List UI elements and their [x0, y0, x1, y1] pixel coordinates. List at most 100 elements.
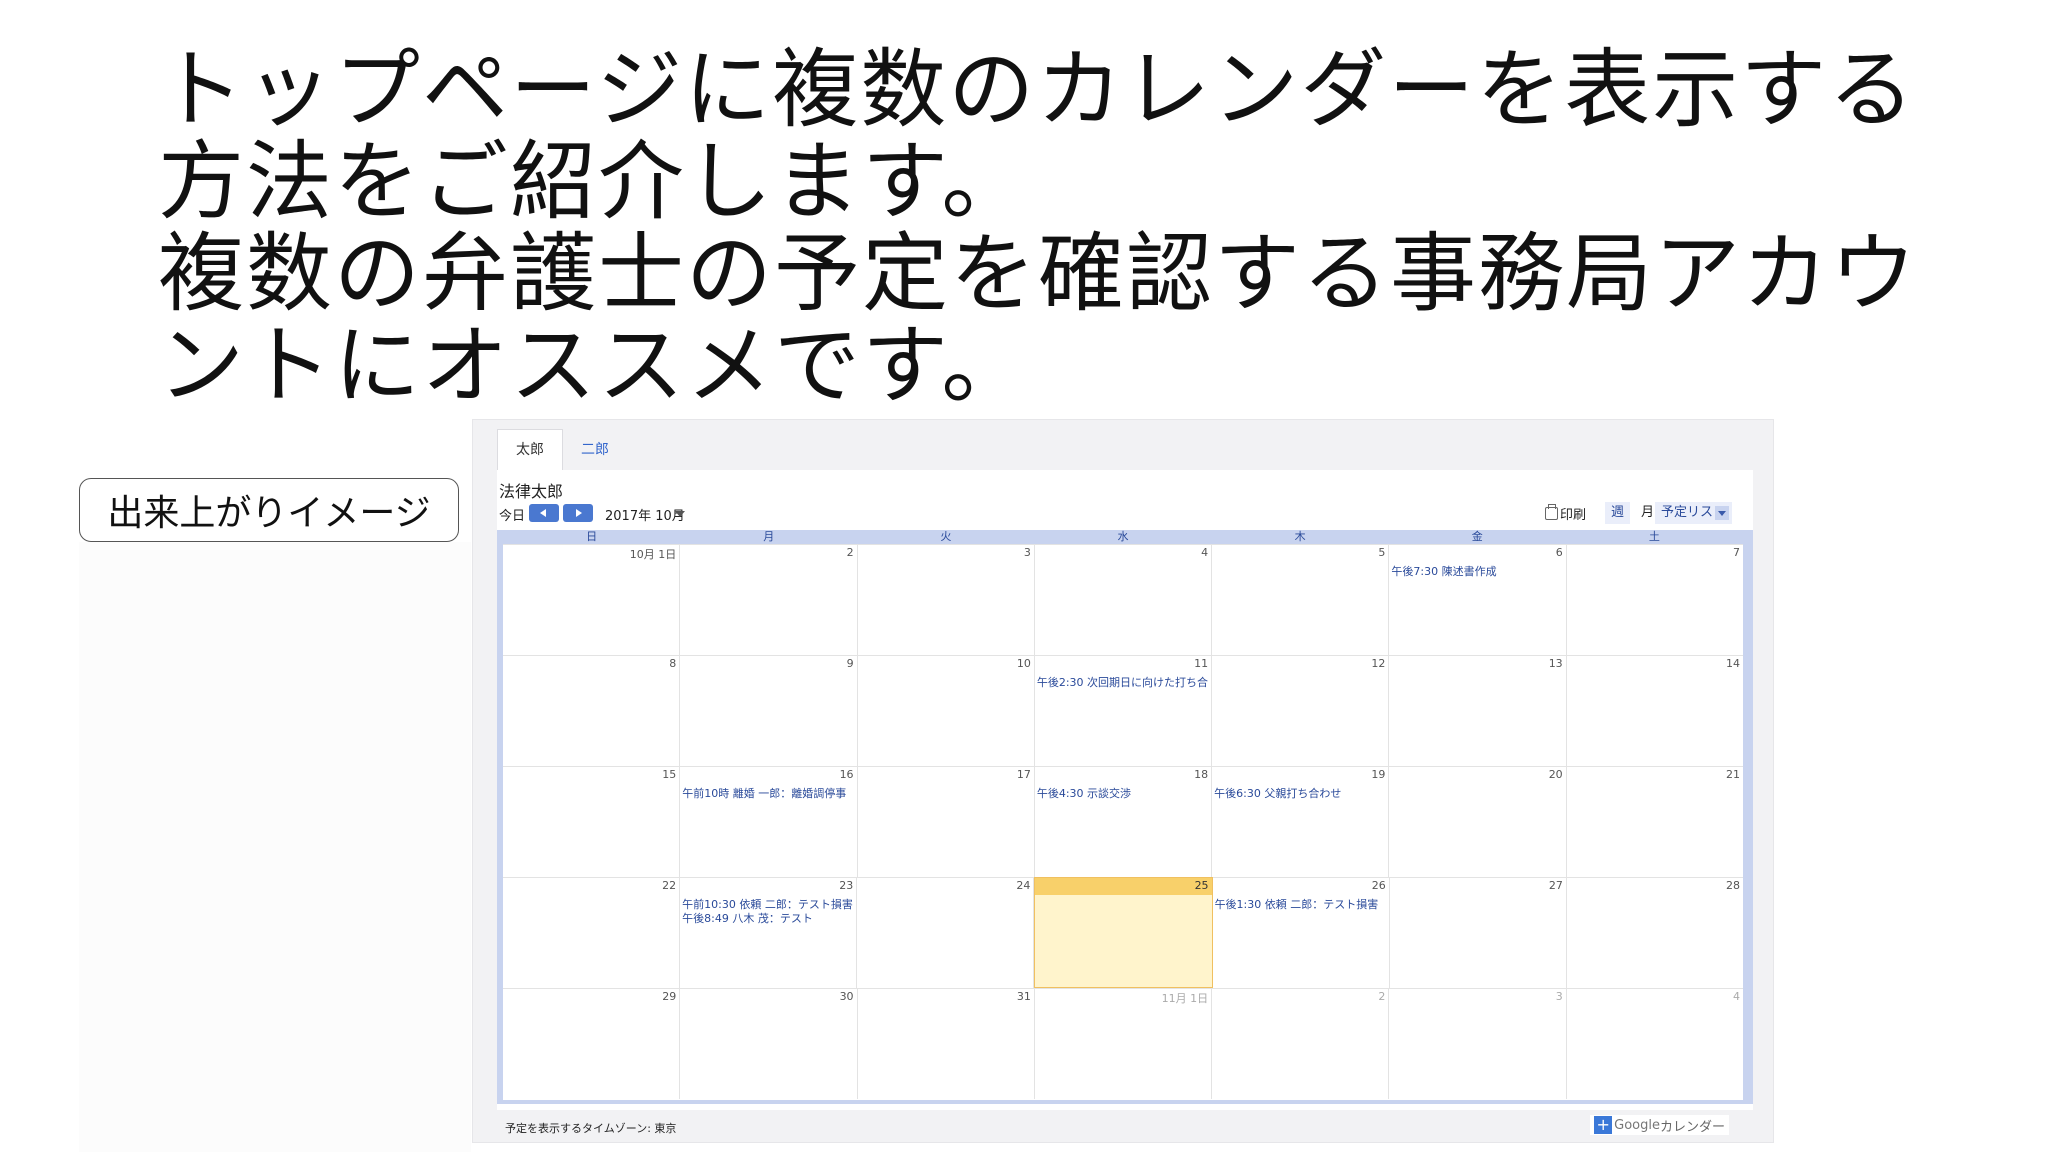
day-number: 18 — [1194, 768, 1209, 781]
next-month-button[interactable] — [563, 504, 593, 522]
google-calendar-link[interactable]: + Google カレンダー — [1590, 1115, 1729, 1135]
day-cell[interactable]: 14 — [1566, 655, 1743, 766]
preview-label: 出来上がりイメージ — [79, 478, 459, 542]
day-number: 29 — [662, 990, 677, 1003]
week-row: 15 16 午前10時 離婚 一郎：離婚調停事 17 18 午後4:30 示談交渉 19 午後… — [503, 766, 1743, 877]
current-month-label[interactable]: 2017年 10月 — [605, 505, 685, 524]
day-number: 3 — [1555, 990, 1563, 1003]
day-cell[interactable]: 10月 1日 — [503, 544, 681, 655]
calendar-tabs: 太郎 二郎 — [497, 429, 627, 470]
day-cell[interactable]: 6 午後7:30 陳述書作成 — [1389, 544, 1567, 655]
day-number: 6 — [1555, 546, 1563, 559]
day-cell[interactable]: 3 — [1389, 988, 1567, 1099]
day-cell[interactable]: 8 — [503, 655, 681, 766]
day-cell[interactable]: 24 — [857, 877, 1035, 988]
day-cell[interactable]: 7 — [1566, 544, 1743, 655]
day-cell[interactable]: 20 — [1389, 766, 1567, 877]
day-cell[interactable]: 16 午前10時 離婚 一郎：離婚調停事 — [680, 766, 858, 877]
day-cell[interactable]: 2 — [680, 544, 858, 655]
weeks-container: 10月 1日 2 3 4 5 6 午後7:30 陳述書作成 7 8 9 10 11 午後2:30 次回期… — [503, 544, 1743, 1100]
prev-month-button[interactable] — [529, 504, 559, 522]
day-cell[interactable]: 30 — [680, 988, 858, 1099]
day-number: 16 — [839, 768, 854, 781]
view-menu-dropdown-icon[interactable] — [1715, 506, 1729, 520]
calendar-title: 法律太郎 — [499, 482, 564, 501]
day-cell[interactable]: 23 午前10:30 依頼 二郎：テスト損害 午後8:49 八木 茂：テスト — [680, 877, 858, 988]
day-number: 17 — [1016, 768, 1031, 781]
day-cell[interactable]: 29 — [503, 988, 681, 1099]
day-cell[interactable]: 21 — [1566, 766, 1743, 877]
weekday-label: 水 — [1117, 530, 1129, 543]
month-dropdown-icon[interactable] — [675, 511, 685, 517]
headline: トップページに複数のカレンダーを表示する 方法をご紹介します。 複数の弁護士の予… — [158, 44, 1938, 412]
day-cell[interactable]: 10 — [857, 655, 1035, 766]
day-number: 12 — [1371, 657, 1386, 670]
day-number: 11 — [1194, 657, 1209, 670]
day-number: 23 — [839, 879, 854, 892]
day-cell[interactable]: 12 — [1212, 655, 1390, 766]
today-button[interactable]: 今日 — [499, 505, 525, 524]
day-cell[interactable]: 17 — [857, 766, 1035, 877]
day-cell[interactable]: 26 午後1:30 依頼 二郎：テスト損害 — [1212, 877, 1390, 988]
day-number: 13 — [1548, 657, 1563, 670]
day-cell[interactable]: 3 — [857, 544, 1035, 655]
day-number: 21 — [1725, 768, 1740, 781]
calendar-event[interactable]: 午後1:30 依頼 二郎：テスト損害 — [1215, 896, 1389, 912]
day-cell[interactable]: 22 — [503, 877, 681, 988]
day-cell[interactable]: 19 午後6:30 父親打ち合わせ — [1212, 766, 1390, 877]
day-cell[interactable]: 31 — [857, 988, 1035, 1099]
day-cell[interactable]: 27 — [1389, 877, 1567, 988]
printer-icon — [1545, 504, 1558, 520]
calendar-event[interactable]: 午前10時 離婚 一郎：離婚調停事 — [682, 785, 856, 801]
day-number: 28 — [1725, 879, 1740, 892]
day-number: 2 — [846, 546, 854, 559]
calendar-event[interactable]: 午後6:30 父親打ち合わせ — [1214, 785, 1388, 801]
day-number: 3 — [1023, 546, 1031, 559]
month-grid: 日月火水木金土 10月 1日 2 3 4 5 6 午後7:30 陳述書作成 7 8 9 10 11 午後… — [497, 530, 1753, 1104]
day-cell[interactable]: 11月 1日 — [1034, 988, 1213, 1099]
week-row: 22 23 午前10:30 依頼 二郎：テスト損害 午後8:49 八木 茂：テスト 24… — [503, 877, 1743, 988]
day-number: 7 — [1732, 546, 1740, 559]
day-number: 2 — [1378, 990, 1386, 1003]
day-number: 31 — [1016, 990, 1031, 1003]
day-cell[interactable]: 4 — [1566, 988, 1743, 1099]
tab-jiro[interactable]: 二郎 — [563, 430, 627, 470]
day-number: 11月 1日 — [1161, 992, 1209, 1005]
week-row: 29 30 31 11月 1日 2 3 4 — [503, 988, 1743, 1099]
day-cell[interactable]: 9 — [680, 655, 858, 766]
day-number: 14 — [1725, 657, 1740, 670]
weekday-label: 火 — [940, 530, 952, 543]
tab-taro[interactable]: 太郎 — [497, 429, 563, 470]
headline-line: 方法をご紹介します。 — [158, 132, 1030, 232]
day-cell[interactable]: 15 — [503, 766, 681, 877]
print-button[interactable]: 印刷 — [1545, 504, 1586, 523]
day-number: 30 — [839, 990, 854, 1003]
day-cell[interactable]: 18 午後4:30 示談交渉 — [1034, 766, 1213, 877]
plus-icon: + — [1594, 1116, 1613, 1134]
day-number: 15 — [662, 768, 677, 781]
day-cell[interactable]: 28 — [1566, 877, 1743, 988]
day-cell[interactable]: 2 — [1212, 988, 1390, 1099]
today-cell[interactable]: 25 — [1034, 877, 1213, 988]
week-view-button[interactable]: 週 — [1605, 502, 1631, 524]
day-number: 5 — [1378, 546, 1386, 559]
calendar-event[interactable]: 午後8:49 八木 茂：テスト — [682, 910, 856, 926]
today-highlight — [1035, 878, 1212, 895]
print-label: 印刷 — [1560, 508, 1587, 523]
day-cell[interactable]: 5 — [1212, 544, 1390, 655]
calendar-toolbar: 今日 2017年 10月 印刷 週 月 予定リスト — [497, 502, 1753, 526]
calendar-footer: 予定を表示するタイムゾーン: 東京 + Google カレンダー — [497, 1110, 1753, 1138]
calendar-event[interactable]: 午後2:30 次回期日に向けた打ち合 — [1037, 674, 1211, 690]
weekday-label: 木 — [1294, 530, 1306, 543]
day-cell[interactable]: 11 午後2:30 次回期日に向けた打ち合 — [1034, 655, 1213, 766]
chevron-right-icon — [576, 509, 582, 517]
chevron-left-icon — [540, 509, 546, 517]
week-row: 8 9 10 11 午後2:30 次回期日に向けた打ち合 12 13 14 — [503, 655, 1743, 766]
day-number: 22 — [662, 879, 677, 892]
week-row: 10月 1日 2 3 4 5 6 午後7:30 陳述書作成 7 — [503, 544, 1743, 655]
calendar-event[interactable]: 午後4:30 示談交渉 — [1037, 785, 1211, 801]
calendar-event[interactable]: 午後7:30 陳述書作成 — [1391, 563, 1565, 579]
day-number: 10月 1日 — [629, 548, 677, 561]
day-cell[interactable]: 13 — [1389, 655, 1567, 766]
day-cell[interactable]: 4 — [1034, 544, 1213, 655]
